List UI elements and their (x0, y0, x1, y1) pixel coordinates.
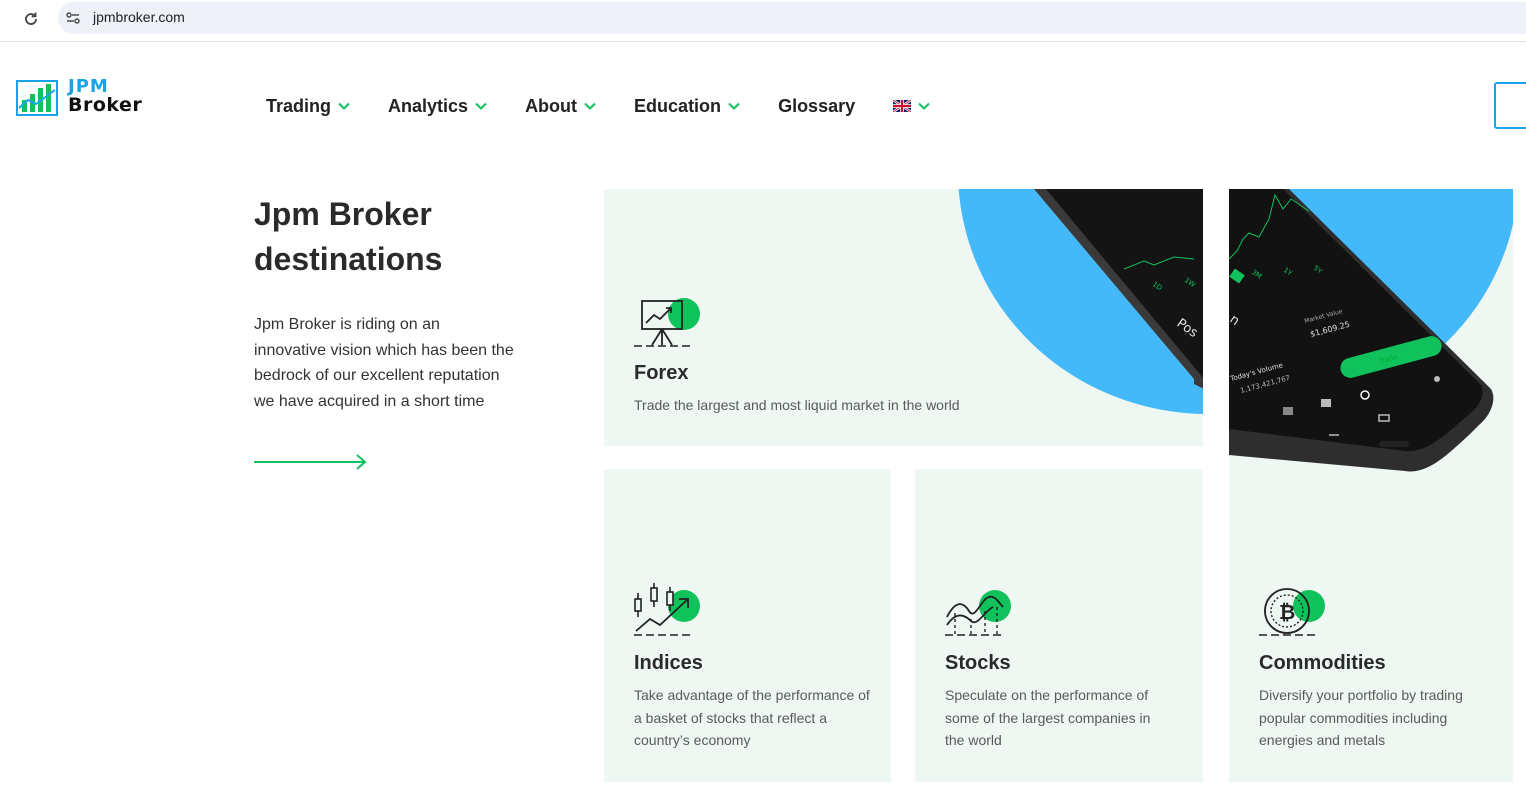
card-description: Diversify your portfolio by trading popu… (1259, 687, 1463, 748)
card-title: Stocks (945, 652, 1011, 674)
card-description: Speculate on the performance of some of … (945, 687, 1151, 748)
card-title: Indices (634, 652, 703, 674)
logo-mark-icon (16, 80, 58, 116)
arrow-right-icon[interactable] (254, 454, 368, 470)
nav-label: About (525, 95, 578, 116)
nav-label: Trading (266, 95, 332, 116)
svg-text:₿: ₿ (1279, 600, 1295, 624)
section-description: Jpm Broker is riding on an innovative vi… (254, 316, 514, 410)
chevron-down-icon (728, 102, 740, 110)
stock-waves-icon (945, 590, 1011, 636)
site-settings-icon[interactable] (64, 9, 82, 27)
chevron-down-icon (338, 102, 350, 110)
language-selector[interactable] (893, 100, 930, 112)
nav-label: Education (634, 95, 722, 116)
nav-label: Glossary (778, 95, 856, 116)
card-forex[interactable]: 1D 1W Pos Forex Trade the largest and mo… (604, 189, 1203, 446)
card-stocks[interactable]: Stocks Speculate on the performance of s… (915, 469, 1203, 782)
uk-flag-icon (893, 100, 912, 112)
header-cta-button[interactable] (1494, 82, 1526, 129)
address-bar[interactable] (58, 2, 1526, 34)
logo-text-bottom: Broker (68, 94, 143, 116)
card-indices[interactable]: Indices Take advantage of the performanc… (604, 469, 891, 782)
nav-analytics[interactable]: Analytics (388, 96, 487, 117)
chevron-down-icon (475, 102, 487, 110)
nav-trading[interactable]: Trading (266, 96, 350, 117)
card-title: Forex (634, 362, 689, 384)
bitcoin-coin-icon: ₿ (1259, 588, 1325, 636)
main-nav: Trading Analytics About Education Glossa… (266, 94, 930, 118)
browser-bar: jpmbroker.com (0, 0, 1526, 42)
card-description: Trade the largest and most liquid market… (634, 397, 960, 413)
card-title: Commodities (1259, 652, 1386, 674)
nav-about[interactable]: About (525, 96, 596, 117)
nav-education[interactable]: Education (634, 96, 740, 117)
phone-image: 1D 1W Pos (1034, 189, 1203, 389)
section-title-line2: destinations (254, 241, 443, 277)
phone-image: 3M 1Y 5Y n Market Value $1,609.25 Trade … (1229, 189, 1494, 472)
reload-icon[interactable] (20, 8, 42, 30)
card-description: Take advantage of the performance of a b… (634, 687, 870, 748)
site-logo[interactable]: JPM Broker (16, 76, 161, 118)
presentation-chart-icon (634, 298, 700, 347)
chevron-down-icon (918, 102, 930, 110)
url-text[interactable]: jpmbroker.com (93, 9, 185, 25)
card-commodities[interactable]: 3M 1Y 5Y n Market Value $1,609.25 Trade … (1229, 189, 1513, 782)
section-title-line1: Jpm Broker (254, 196, 432, 232)
candlestick-icon (634, 583, 700, 636)
nav-label: Analytics (388, 95, 469, 116)
chevron-down-icon (584, 102, 596, 110)
nav-glossary[interactable]: Glossary (778, 96, 855, 117)
section-title: Jpm Broker destinations (254, 192, 554, 282)
